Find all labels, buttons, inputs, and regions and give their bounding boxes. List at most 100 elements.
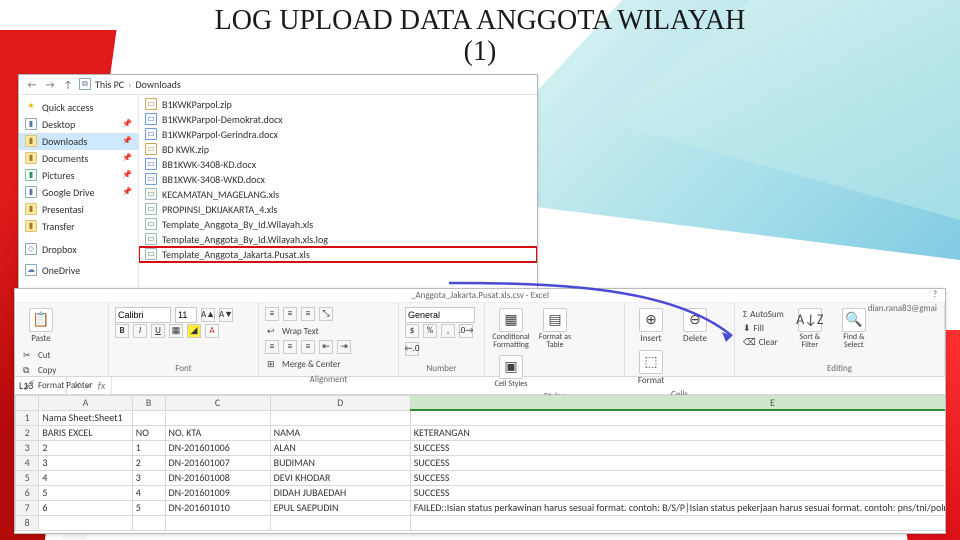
cell[interactable]: SUCCESS [410, 455, 945, 470]
file-row[interactable]: ▭B1KWKParpol-Demokrat.docx [139, 112, 537, 127]
row-header[interactable]: 7 [16, 500, 39, 515]
cell[interactable]: DEVI KHODAR [270, 470, 410, 485]
cell[interactable]: NO. KTA [165, 425, 270, 440]
sidebar-item[interactable]: ▮Google Drive📌 [19, 184, 138, 201]
column-header[interactable]: B [132, 395, 165, 410]
indent-dec-icon[interactable]: ⇤ [319, 340, 333, 354]
cell[interactable]: 4 [39, 470, 132, 485]
format-as-table-button[interactable]: ▤Format as Table [535, 307, 575, 350]
comma-icon[interactable]: , [441, 324, 455, 338]
delete-button[interactable]: ⊖Delete [675, 307, 715, 345]
cell[interactable]: DIDAH JUBAEDAH [270, 485, 410, 500]
autosum-button[interactable]: ΣAutoSum [741, 308, 786, 321]
number-format-select[interactable] [405, 307, 475, 323]
cell[interactable]: 5 [39, 485, 132, 500]
file-row[interactable]: ▭Template_Anggota_By_Id.Wilayah.xls.log [139, 232, 537, 247]
cell[interactable]: DN-201601006 [165, 440, 270, 455]
file-row[interactable]: ▭B1KWKParpol-Gerindra.docx [139, 127, 537, 142]
inc-decimal-icon[interactable]: .0→ [459, 324, 473, 338]
sidebar-item[interactable]: ▮Desktop📌 [19, 116, 138, 133]
align-left-icon[interactable]: ≡ [265, 340, 279, 354]
accounting-icon[interactable]: $ [405, 324, 419, 338]
file-row[interactable]: ▭BB1KWK-3408-WKD.docx [139, 172, 537, 187]
cell[interactable]: SUCCESS [410, 440, 945, 455]
paste-button[interactable]: 📋 Paste [21, 307, 61, 345]
column-header[interactable]: C [165, 395, 270, 410]
sidebar-item[interactable]: ▮Documents📌 [19, 150, 138, 167]
nav-back-icon[interactable]: ← [25, 77, 39, 91]
align-center-icon[interactable]: ≡ [283, 340, 297, 354]
cell[interactable]: SUCCESS [410, 485, 945, 500]
cell[interactable]: 5 [132, 500, 165, 515]
cell[interactable]: DN-201601007 [165, 455, 270, 470]
file-row[interactable]: ▭PROPINSI_DKIJAKARTA_4.xls [139, 202, 537, 217]
cell[interactable]: DN-201601008 [165, 470, 270, 485]
cell[interactable]: BARIS EXCEL [39, 425, 132, 440]
italic-button[interactable]: I [133, 324, 147, 338]
wrap-text-button[interactable]: ↩Wrap Text [265, 325, 321, 339]
dec-decimal-icon[interactable]: ←.0 [405, 342, 419, 356]
indent-inc-icon[interactable]: ⇥ [337, 340, 351, 354]
row-header[interactable]: 6 [16, 485, 39, 500]
conditional-formatting-button[interactable]: ▦Conditional Formatting [491, 307, 531, 350]
percent-icon[interactable]: % [423, 324, 437, 338]
align-middle-icon[interactable]: ≡ [283, 307, 297, 321]
font-family-select[interactable] [115, 307, 171, 323]
cell[interactable] [165, 410, 270, 425]
cell[interactable]: 1 [132, 440, 165, 455]
help-icon[interactable]: ? [933, 289, 937, 300]
breadcrumb-root[interactable]: This PC [95, 78, 124, 91]
cell[interactable]: Nama Sheet:Sheet1 [39, 410, 132, 425]
cell[interactable]: NAMA [270, 425, 410, 440]
file-row[interactable]: ▭Template_Anggota_Jakarta.Pusat.xls [139, 247, 537, 262]
sidebar-dropbox[interactable]: ◇ Dropbox [19, 241, 138, 258]
cell[interactable] [132, 410, 165, 425]
cell[interactable] [410, 410, 945, 425]
cell[interactable] [410, 515, 945, 530]
sort-filter-button[interactable]: A↓ZSort & Filter [790, 307, 830, 350]
select-all-corner[interactable] [16, 395, 39, 410]
cell[interactable] [270, 410, 410, 425]
orientation-icon[interactable]: ⤡ [319, 307, 333, 321]
formula-input[interactable] [111, 377, 945, 394]
cell[interactable]: 6 [39, 500, 132, 515]
font-color-button[interactable]: A [205, 324, 219, 338]
row-header[interactable]: 4 [16, 455, 39, 470]
breadcrumb-folder[interactable]: Downloads [135, 78, 180, 91]
cell[interactable]: BUDIMAN [270, 455, 410, 470]
cell[interactable]: FAILED::Isian status perkawinan harus se… [410, 500, 945, 515]
align-right-icon[interactable]: ≡ [301, 340, 315, 354]
sidebar-onedrive[interactable]: ☁ OneDrive [19, 262, 138, 279]
cell[interactable]: KETERANGAN [410, 425, 945, 440]
cell[interactable] [132, 515, 165, 530]
sidebar-item[interactable]: ▮Presentasi [19, 201, 138, 218]
file-row[interactable]: ▭B1KWKParpol.zip [139, 97, 537, 112]
sidebar-item[interactable]: ▮Transfer [19, 218, 138, 235]
row-header[interactable]: 2 [16, 425, 39, 440]
insert-button[interactable]: ⊕Insert [631, 307, 671, 345]
account-label[interactable]: dian.rana83@gmai [868, 303, 937, 314]
sidebar-item[interactable]: ▮Pictures📌 [19, 167, 138, 184]
borders-button[interactable]: ▦ [169, 324, 183, 338]
row-header[interactable]: 1 [16, 410, 39, 425]
copy-button[interactable]: ⧉Copy [21, 364, 94, 378]
nav-up-icon[interactable]: ↑ [61, 77, 75, 91]
cell[interactable]: SUCCESS [410, 470, 945, 485]
increase-font-icon[interactable]: A▲ [201, 308, 215, 322]
bold-button[interactable]: B [115, 324, 129, 338]
merge-center-button[interactable]: ⊞Merge & Center [265, 358, 343, 372]
cell[interactable]: 2 [39, 440, 132, 455]
fx-icon[interactable]: fx [98, 379, 105, 392]
sidebar-item[interactable]: ▮Downloads📌 [19, 133, 138, 150]
decrease-font-icon[interactable]: A▼ [219, 308, 233, 322]
breadcrumb[interactable]: ⧉ This PC Downloads [79, 78, 181, 91]
cell[interactable]: ALAN [270, 440, 410, 455]
worksheet[interactable]: ABCDE 1Nama Sheet:Sheet12BARIS EXCELNONO… [15, 395, 945, 533]
cell[interactable]: EPUL SAEPUDIN [270, 500, 410, 515]
cell[interactable] [270, 515, 410, 530]
cancel-icon[interactable]: ✕ [73, 379, 81, 392]
row-header[interactable]: 3 [16, 440, 39, 455]
cell[interactable] [39, 515, 132, 530]
file-row[interactable]: ▭BD KWK.zip [139, 142, 537, 157]
name-box[interactable]: L13 [15, 377, 67, 394]
